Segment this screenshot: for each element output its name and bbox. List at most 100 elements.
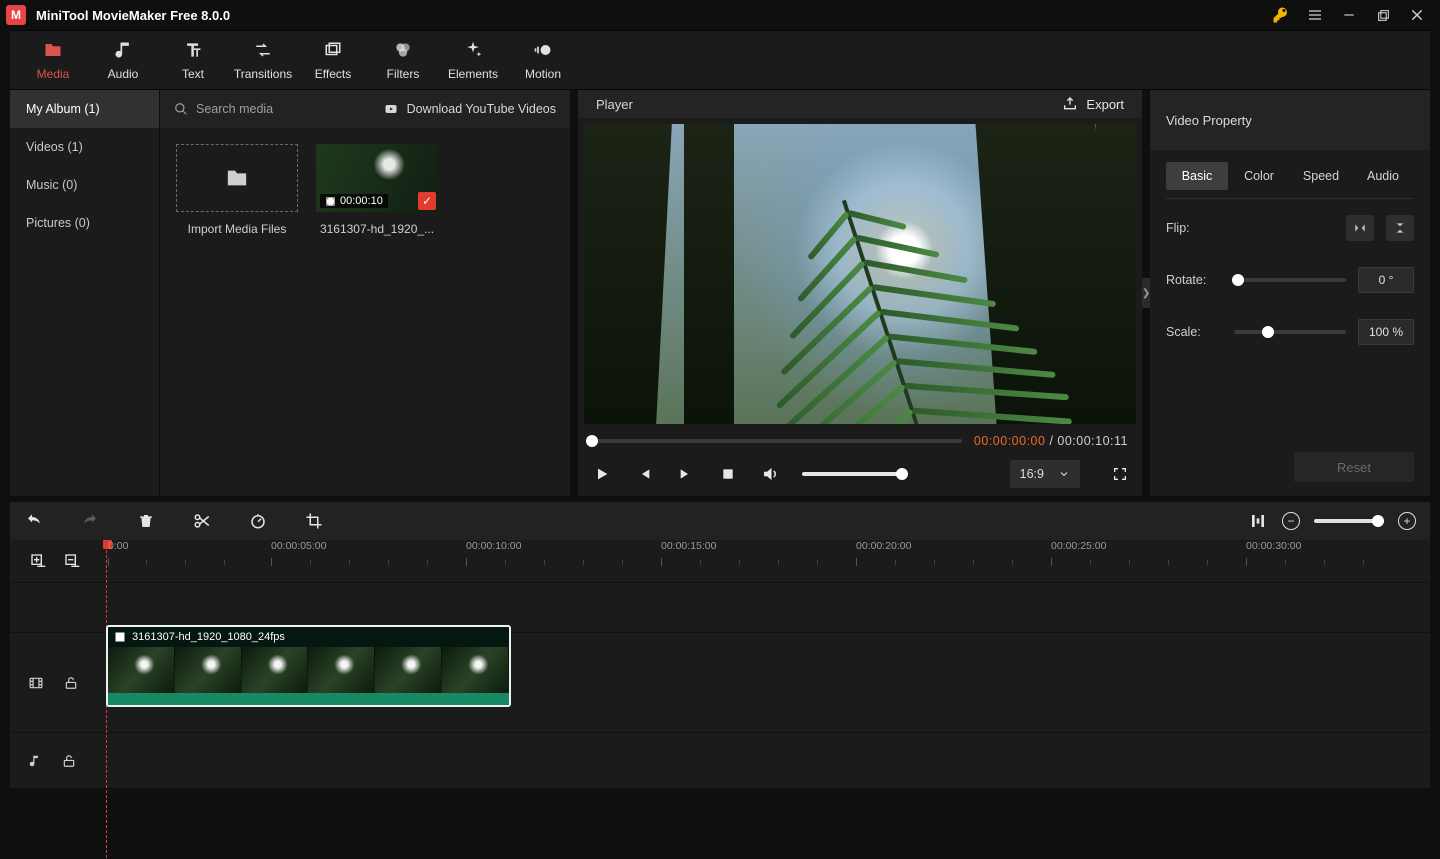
tab-elements[interactable]: Elements bbox=[438, 30, 508, 90]
tab-label: Media bbox=[37, 67, 70, 81]
film-icon bbox=[114, 631, 126, 643]
maximize-button[interactable] bbox=[1366, 0, 1400, 30]
property-title: Video Property bbox=[1150, 90, 1430, 150]
app-title: MiniTool MovieMaker Free 8.0.0 bbox=[36, 8, 230, 23]
clip-used-check-icon: ✓ bbox=[418, 192, 436, 210]
folder-icon bbox=[224, 167, 250, 189]
main-tabs: Media Audio Text Transitions Effects Fil… bbox=[10, 30, 1430, 90]
prop-tab-basic[interactable]: Basic bbox=[1166, 162, 1228, 190]
tab-media[interactable]: Media bbox=[18, 30, 88, 90]
license-key-icon[interactable] bbox=[1264, 0, 1298, 30]
import-label: Import Media Files bbox=[176, 222, 298, 236]
remove-track-icon[interactable] bbox=[62, 553, 82, 569]
fit-timeline-icon[interactable] bbox=[1248, 513, 1268, 529]
timecode: 00:00:00:00 / 00:00:10:11 bbox=[974, 434, 1128, 448]
property-panel: ❯ Video Property Basic Color Speed Audio… bbox=[1150, 90, 1430, 496]
collapse-handle-icon[interactable]: ❯ bbox=[1142, 278, 1150, 308]
sidebar-item-music[interactable]: Music (0) bbox=[10, 166, 159, 204]
ruler-label: 00:00:20:00 bbox=[856, 540, 911, 552]
search-icon bbox=[174, 102, 188, 116]
unlock-icon[interactable] bbox=[64, 675, 78, 691]
clip-duration-badge: 00:00:10 bbox=[320, 194, 388, 208]
clip-label: 3161307-hd_1920_... bbox=[316, 222, 438, 236]
tab-label: Audio bbox=[108, 67, 139, 81]
tab-audio[interactable]: Audio bbox=[88, 30, 158, 90]
speed-button[interactable] bbox=[248, 512, 268, 530]
video-track[interactable]: 3161307-hd_1920_1080_24fps bbox=[10, 632, 1430, 732]
timeline-ruler[interactable]: 0:00 00:00:05:00 00:00:10:00 00:00:15:00… bbox=[10, 540, 1430, 582]
timecode-current: 00:00:00:00 bbox=[974, 434, 1046, 448]
volume-slider[interactable] bbox=[802, 472, 902, 476]
zoom-slider[interactable] bbox=[1314, 519, 1384, 523]
tab-motion[interactable]: Motion bbox=[508, 30, 578, 90]
timeline-clip[interactable]: 3161307-hd_1920_1080_24fps bbox=[106, 625, 511, 707]
clip-thumbnail: 00:00:10 ✓ bbox=[316, 144, 438, 212]
next-frame-button[interactable] bbox=[676, 466, 696, 482]
menu-icon[interactable] bbox=[1298, 0, 1332, 30]
audio-track[interactable] bbox=[10, 732, 1430, 788]
prop-tab-color[interactable]: Color bbox=[1228, 162, 1290, 190]
flip-vertical-button[interactable] bbox=[1386, 215, 1414, 241]
tab-label: Filters bbox=[387, 67, 420, 81]
tab-label: Motion bbox=[525, 67, 561, 81]
rotate-label: Rotate: bbox=[1166, 273, 1222, 287]
prop-tab-audio[interactable]: Audio bbox=[1352, 162, 1414, 190]
redo-button[interactable] bbox=[80, 513, 100, 529]
chevron-down-icon bbox=[1058, 468, 1070, 480]
export-label: Export bbox=[1086, 97, 1124, 112]
player-panel: Player Export bbox=[578, 90, 1142, 496]
video-preview[interactable] bbox=[584, 124, 1136, 424]
zoom-out-button[interactable]: − bbox=[1282, 512, 1300, 530]
rotate-slider[interactable] bbox=[1234, 278, 1346, 282]
fullscreen-button[interactable] bbox=[1112, 466, 1128, 482]
tab-label: Effects bbox=[315, 67, 351, 81]
tab-transitions[interactable]: Transitions bbox=[228, 30, 298, 90]
undo-button[interactable] bbox=[24, 513, 44, 529]
app-logo-icon: M bbox=[6, 5, 26, 25]
sidebar-item-pictures[interactable]: Pictures (0) bbox=[10, 204, 159, 242]
scale-slider[interactable] bbox=[1234, 330, 1346, 334]
media-panel: My Album (1) Videos (1) Music (0) Pictur… bbox=[10, 90, 570, 496]
split-button[interactable] bbox=[192, 512, 212, 530]
music-note-icon bbox=[113, 39, 133, 61]
motion-icon bbox=[533, 39, 553, 61]
import-media-card[interactable]: Import Media Files bbox=[176, 144, 298, 236]
download-youtube-button[interactable]: Download YouTube Videos bbox=[383, 102, 556, 116]
delete-button[interactable] bbox=[136, 512, 156, 530]
media-clip-card[interactable]: 00:00:10 ✓ 3161307-hd_1920_... bbox=[316, 144, 438, 236]
flip-horizontal-button[interactable] bbox=[1346, 215, 1374, 241]
zoom-in-button[interactable]: + bbox=[1398, 512, 1416, 530]
prop-tab-speed[interactable]: Speed bbox=[1290, 162, 1352, 190]
rotate-value[interactable]: 0 ° bbox=[1358, 267, 1414, 293]
timecode-sep: / bbox=[1045, 434, 1057, 448]
tab-label: Text bbox=[182, 67, 204, 81]
tab-text[interactable]: Text bbox=[158, 30, 228, 90]
prev-frame-button[interactable] bbox=[634, 466, 654, 482]
aspect-ratio-select[interactable]: 16:9 bbox=[1010, 460, 1080, 488]
player-title: Player bbox=[596, 97, 633, 112]
sidebar-item-label: Pictures (0) bbox=[26, 216, 90, 230]
unlock-icon[interactable] bbox=[62, 753, 76, 769]
minimize-button[interactable] bbox=[1332, 0, 1366, 30]
add-track-icon[interactable] bbox=[28, 553, 48, 569]
youtube-icon bbox=[383, 103, 399, 115]
ruler-label: 00:00:25:00 bbox=[1051, 540, 1106, 552]
seek-bar[interactable] bbox=[592, 439, 962, 443]
search-media[interactable]: Search media bbox=[174, 102, 273, 116]
stop-button[interactable] bbox=[718, 467, 738, 481]
sidebar-item-label: Videos (1) bbox=[26, 140, 83, 154]
close-button[interactable] bbox=[1400, 0, 1434, 30]
export-button[interactable]: Export bbox=[1062, 96, 1124, 112]
search-placeholder: Search media bbox=[196, 102, 273, 116]
crop-button[interactable] bbox=[304, 512, 324, 530]
scale-value[interactable]: 100 % bbox=[1358, 319, 1414, 345]
reset-button[interactable]: Reset bbox=[1294, 452, 1414, 482]
sidebar-item-videos[interactable]: Videos (1) bbox=[10, 128, 159, 166]
tab-effects[interactable]: Effects bbox=[298, 30, 368, 90]
volume-icon[interactable] bbox=[760, 465, 780, 483]
tab-filters[interactable]: Filters bbox=[368, 30, 438, 90]
music-note-icon bbox=[28, 753, 42, 769]
sidebar-item-my-album[interactable]: My Album (1) bbox=[10, 90, 159, 128]
ruler-label: 00:00:30:00 bbox=[1246, 540, 1301, 552]
play-button[interactable] bbox=[592, 466, 612, 482]
